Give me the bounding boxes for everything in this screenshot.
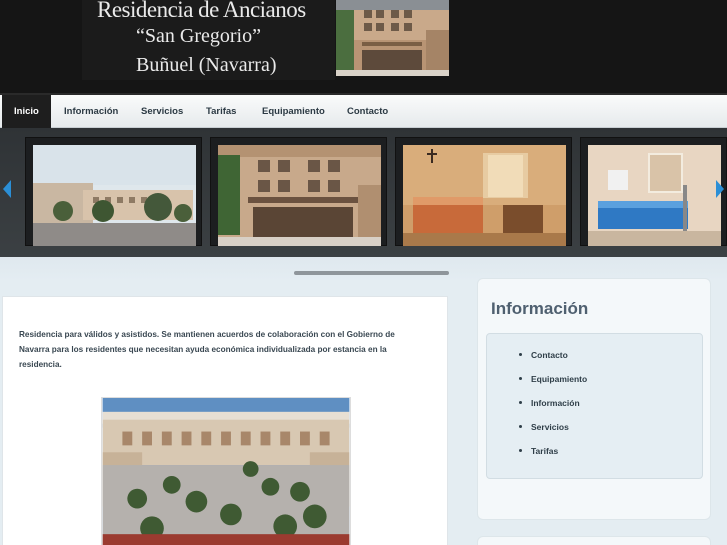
main-nav: Inicio Información Servicios Tarifas Equ… xyxy=(0,93,727,128)
nav-item-contacto[interactable]: Contacto xyxy=(347,95,388,128)
site-place: Buñuel (Navarra) xyxy=(136,54,277,76)
sidebar-link-servicios[interactable]: Servicios xyxy=(519,420,587,444)
site-header: Residencia de Ancianos “San Gregorio” Bu… xyxy=(0,0,727,93)
slide-entrance[interactable] xyxy=(210,137,387,246)
sidebar-secondary-panel xyxy=(477,536,711,545)
chevron-left-icon[interactable] xyxy=(3,180,11,198)
sidebar-informacion: Información Contacto Equipamiento Inform… xyxy=(477,278,711,520)
entrance-photo xyxy=(218,145,381,246)
sidebar-title: Información xyxy=(491,299,589,318)
header-building-photo xyxy=(336,0,449,76)
slider-scrollbar[interactable] xyxy=(294,271,449,275)
main-content: Residencia para válidos y asistidos. Se … xyxy=(2,296,448,545)
sidebar-link-informacion[interactable]: Información xyxy=(519,396,587,420)
slide-courtyard[interactable] xyxy=(25,137,202,246)
residence-courtyard-photo xyxy=(101,397,351,545)
intro-text: Residencia para válidos y asistidos. Se … xyxy=(19,330,395,369)
nav-item-inicio[interactable]: Inicio xyxy=(2,95,51,128)
slide-care-room[interactable] xyxy=(580,137,727,246)
sidebar-link-equipamiento[interactable]: Equipamiento xyxy=(519,372,587,396)
site-subtitle: “San Gregorio” xyxy=(136,25,261,47)
courtyard-photo xyxy=(33,145,196,246)
slide-bedroom[interactable] xyxy=(395,137,572,246)
site-title: Residencia de Ancianos xyxy=(97,0,306,22)
chevron-right-icon[interactable] xyxy=(716,180,724,198)
sidebar-link-tarifas[interactable]: Tarifas xyxy=(519,444,587,468)
nav-item-tarifas[interactable]: Tarifas xyxy=(206,95,236,128)
image-slider xyxy=(0,128,727,257)
nav-item-informacion[interactable]: Información xyxy=(64,95,118,128)
sidebar-link-list: Contacto Equipamiento Información Servic… xyxy=(519,348,587,468)
nav-item-equipamiento[interactable]: Equipamiento xyxy=(262,95,325,128)
care-room-photo xyxy=(588,145,721,246)
sidebar-link-contacto[interactable]: Contacto xyxy=(519,348,587,372)
bedroom-photo xyxy=(403,145,566,246)
sidebar-link-box: Contacto Equipamiento Información Servic… xyxy=(486,333,703,479)
nav-item-servicios[interactable]: Servicios xyxy=(141,95,183,128)
